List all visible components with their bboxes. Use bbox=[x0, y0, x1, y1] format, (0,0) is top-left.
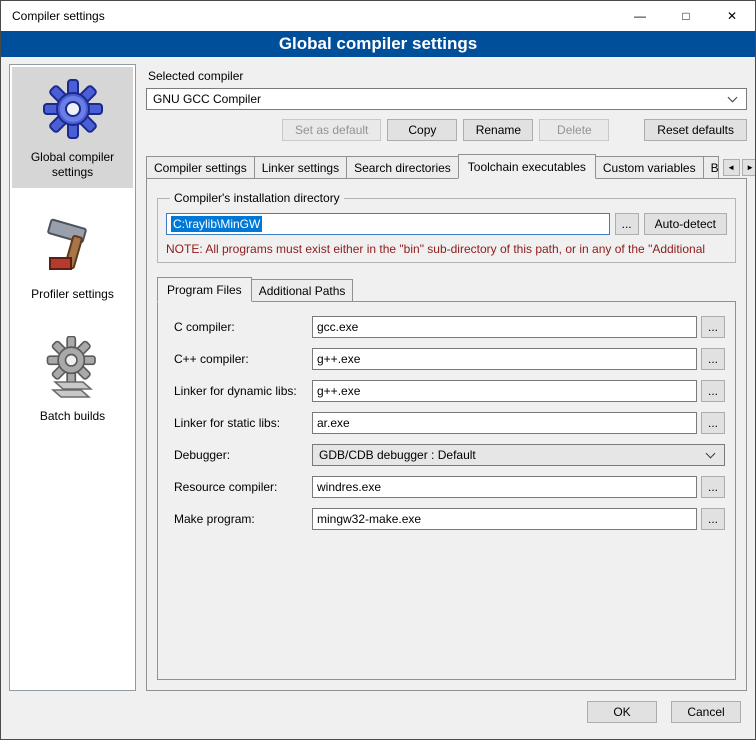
tab-scroll-right-icon[interactable]: ► bbox=[742, 159, 756, 176]
tab-toolchain-executables[interactable]: Toolchain executables bbox=[458, 154, 596, 179]
toolchain-executables-page: Compiler's installation directory C:\ray… bbox=[146, 179, 747, 691]
form-row-make-program: Make program: ... bbox=[174, 508, 725, 530]
debugger-select-value: GDB/CDB debugger : Default bbox=[319, 448, 701, 462]
debugger-select[interactable]: GDB/CDB debugger : Default bbox=[312, 444, 725, 466]
dialog-footer: OK Cancel bbox=[1, 695, 755, 739]
form-row-c-compiler: C compiler: ... bbox=[174, 316, 725, 338]
window-title: Compiler settings bbox=[1, 9, 617, 23]
static-linker-input[interactable] bbox=[312, 412, 697, 434]
install-dir-note: NOTE: All programs must exist either in … bbox=[166, 242, 727, 256]
form-row-debugger: Debugger: GDB/CDB debugger : Default bbox=[174, 444, 725, 466]
cpp-compiler-input[interactable] bbox=[312, 348, 697, 370]
form-row-static-linker: Linker for static libs: ... bbox=[174, 412, 725, 434]
ok-button[interactable]: OK bbox=[587, 701, 657, 723]
titlebar: Compiler settings — □ ✕ bbox=[1, 1, 755, 31]
install-dir-selected-text: C:\raylib\MinGW bbox=[171, 216, 262, 232]
compiler-settings-window: Compiler settings — □ ✕ Global compiler … bbox=[0, 0, 756, 740]
static-linker-label: Linker for static libs: bbox=[174, 416, 312, 430]
auto-detect-button[interactable]: Auto-detect bbox=[644, 213, 727, 235]
subtab-strip: Program Files Additional Paths bbox=[157, 277, 736, 302]
tab-scroll-left-icon[interactable]: ◄ bbox=[723, 159, 740, 176]
dialog-header-title: Global compiler settings bbox=[279, 34, 477, 54]
chevron-down-icon bbox=[706, 449, 716, 459]
form-row-resource-compiler: Resource compiler: ... bbox=[174, 476, 725, 498]
c-compiler-browse-button[interactable]: ... bbox=[701, 316, 725, 338]
sidebar-item-global-compiler-settings[interactable]: Global compiler settings bbox=[12, 67, 133, 188]
install-dir-browse-button[interactable]: ... bbox=[615, 213, 639, 235]
tab-search-directories[interactable]: Search directories bbox=[346, 156, 459, 178]
subtab-additional-paths[interactable]: Additional Paths bbox=[251, 279, 354, 301]
sidebar-item-batch-builds[interactable]: Batch builds bbox=[12, 326, 133, 432]
c-compiler-label: C compiler: bbox=[174, 320, 312, 334]
dynamic-linker-browse-button[interactable]: ... bbox=[701, 380, 725, 402]
install-dir-group-title: Compiler's installation directory bbox=[170, 191, 344, 205]
dynamic-linker-label: Linker for dynamic libs: bbox=[174, 384, 312, 398]
tab-build-options-truncated[interactable]: Buil bbox=[703, 156, 719, 178]
reset-defaults-button[interactable]: Reset defaults bbox=[644, 119, 747, 141]
chevron-down-icon bbox=[728, 93, 738, 103]
resource-compiler-input[interactable] bbox=[312, 476, 697, 498]
gear-stack-gray-icon bbox=[41, 336, 105, 400]
rename-button[interactable]: Rename bbox=[463, 119, 533, 141]
set-as-default-button[interactable]: Set as default bbox=[282, 119, 381, 141]
sidebar-item-label: Global compiler settings bbox=[14, 150, 131, 180]
sidebar-item-profiler-settings[interactable]: Profiler settings bbox=[12, 204, 133, 310]
program-files-page: C compiler: ... C++ compiler: ... Linker… bbox=[157, 302, 736, 680]
maximize-icon[interactable]: □ bbox=[663, 1, 709, 31]
cancel-button[interactable]: Cancel bbox=[671, 701, 741, 723]
cpp-compiler-browse-button[interactable]: ... bbox=[701, 348, 725, 370]
make-program-input[interactable] bbox=[312, 508, 697, 530]
dynamic-linker-input[interactable] bbox=[312, 380, 697, 402]
install-dir-input[interactable]: C:\raylib\MinGW bbox=[166, 213, 610, 235]
debugger-label: Debugger: bbox=[174, 448, 312, 462]
compiler-actions: Set as default Copy Rename Delete Reset … bbox=[146, 119, 747, 141]
c-compiler-input[interactable] bbox=[312, 316, 697, 338]
dialog-header: Global compiler settings bbox=[1, 31, 755, 57]
sidebar-item-label: Batch builds bbox=[40, 409, 105, 424]
make-program-browse-button[interactable]: ... bbox=[701, 508, 725, 530]
compiler-select[interactable]: GNU GCC Compiler bbox=[146, 88, 747, 110]
tab-scroll-controls: ◄ ► bbox=[719, 159, 756, 178]
static-linker-browse-button[interactable]: ... bbox=[701, 412, 725, 434]
close-icon[interactable]: ✕ bbox=[709, 1, 755, 31]
selected-compiler-label: Selected compiler bbox=[148, 69, 747, 83]
tab-custom-variables[interactable]: Custom variables bbox=[595, 156, 704, 178]
copy-button[interactable]: Copy bbox=[387, 119, 457, 141]
resource-compiler-label: Resource compiler: bbox=[174, 480, 312, 494]
window-controls: — □ ✕ bbox=[617, 1, 755, 31]
form-row-cpp-compiler: C++ compiler: ... bbox=[174, 348, 725, 370]
tab-strip: Compiler settings Linker settings Search… bbox=[146, 154, 747, 179]
make-program-label: Make program: bbox=[174, 512, 312, 526]
dialog-body: Global compiler settings Profiler settin… bbox=[1, 57, 755, 695]
sidebar: Global compiler settings Profiler settin… bbox=[9, 64, 136, 691]
tab-linker-settings[interactable]: Linker settings bbox=[254, 156, 347, 178]
delete-button[interactable]: Delete bbox=[539, 119, 609, 141]
tab-compiler-settings[interactable]: Compiler settings bbox=[146, 156, 255, 178]
hammer-icon bbox=[41, 214, 105, 278]
form-row-dynamic-linker: Linker for dynamic libs: ... bbox=[174, 380, 725, 402]
gear-blue-icon bbox=[41, 77, 105, 141]
main-panel: Selected compiler GNU GCC Compiler Set a… bbox=[146, 64, 747, 691]
sidebar-item-label: Profiler settings bbox=[31, 287, 114, 302]
install-dir-row: C:\raylib\MinGW ... Auto-detect bbox=[166, 213, 727, 235]
minimize-icon[interactable]: — bbox=[617, 1, 663, 31]
compiler-select-value: GNU GCC Compiler bbox=[153, 92, 723, 106]
install-dir-group: Compiler's installation directory C:\ray… bbox=[157, 191, 736, 263]
cpp-compiler-label: C++ compiler: bbox=[174, 352, 312, 366]
subtab-program-files[interactable]: Program Files bbox=[157, 277, 252, 302]
resource-compiler-browse-button[interactable]: ... bbox=[701, 476, 725, 498]
